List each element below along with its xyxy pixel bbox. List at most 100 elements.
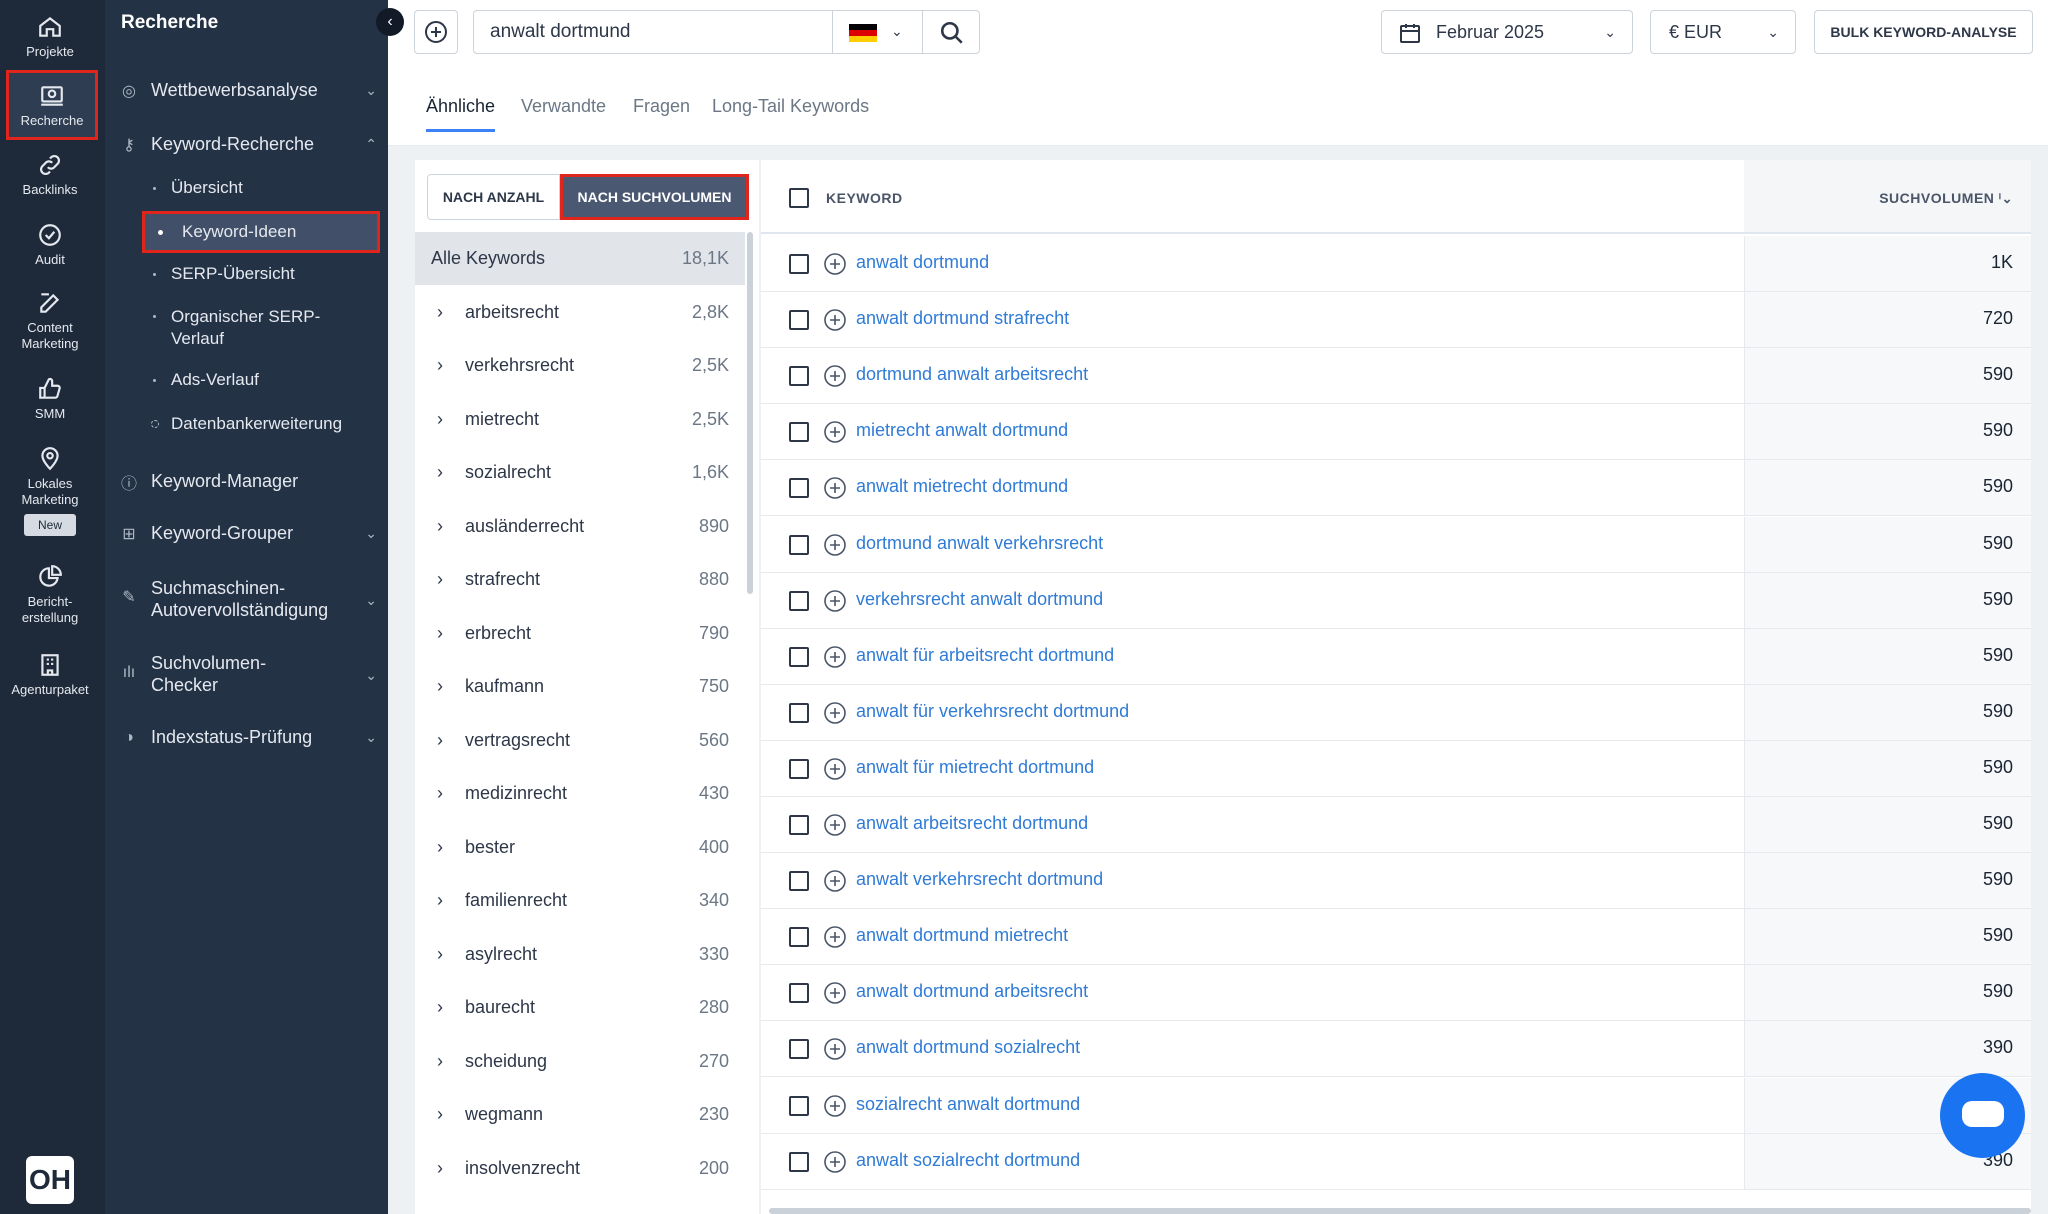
keyword-column-header[interactable]: KEYWORD <box>826 190 903 206</box>
add-keyword-icon[interactable] <box>823 645 847 669</box>
add-keyword-icon[interactable] <box>823 1150 847 1174</box>
sidebar-item-wettbewerbsanalyse[interactable]: ◎ Wettbewerbsanalyse ⌄ <box>119 80 377 101</box>
group-row[interactable]: › mietrecht 2,5K <box>415 393 745 446</box>
rail-item-recherche[interactable]: Recherche <box>6 70 98 140</box>
sort-by-volume-button[interactable]: NACH SUCHVOLUMEN <box>560 174 749 220</box>
keyword-link[interactable]: verkehrsrecht anwalt dortmund <box>856 589 1103 610</box>
sidebar-item-keyword-recherche[interactable]: ⚷ Keyword-Recherche ⌃ <box>119 134 377 155</box>
group-scrollbar[interactable] <box>747 232 753 594</box>
keyword-search-input[interactable]: anwalt dortmund <box>473 10 833 54</box>
rail-item-projekte[interactable]: Projekte <box>0 14 100 60</box>
row-checkbox[interactable] <box>789 310 809 331</box>
add-keyword-icon[interactable] <box>823 813 847 837</box>
keyword-link[interactable]: anwalt dortmund strafrecht <box>856 308 1069 329</box>
group-row[interactable]: › asylrecht 330 <box>415 928 745 981</box>
group-row[interactable]: › ausländerrecht 890 <box>415 500 745 553</box>
keyword-link[interactable]: anwalt dortmund sozialrecht <box>856 1037 1080 1058</box>
row-checkbox[interactable] <box>789 815 809 835</box>
row-checkbox[interactable] <box>789 646 809 667</box>
group-row[interactable]: › scheidung 270 <box>415 1035 745 1088</box>
date-select[interactable]: Februar 2025 ⌄ <box>1381 10 1633 54</box>
add-keyword-icon[interactable] <box>823 364 847 388</box>
tab-fragen[interactable]: Fragen <box>633 96 690 129</box>
group-row[interactable]: › insolvenzrecht 200 <box>415 1142 745 1195</box>
bulk-keyword-analysis-button[interactable]: BULK KEYWORD-ANALYSE <box>1814 10 2033 54</box>
rail-item-backlinks[interactable]: Backlinks <box>0 152 100 198</box>
rail-item-audit[interactable]: Audit <box>0 222 100 268</box>
add-keyword-icon[interactable] <box>823 869 847 893</box>
volume-column-header[interactable]: SUCHVOLUMEN ⁱ⌄ <box>1879 190 2013 207</box>
add-keyword-icon[interactable] <box>823 701 847 725</box>
search-button[interactable] <box>922 10 980 54</box>
group-row[interactable]: › strafrecht 880 <box>415 553 745 606</box>
add-keyword-icon[interactable] <box>823 476 847 500</box>
row-checkbox[interactable] <box>789 702 809 723</box>
add-keyword-icon[interactable] <box>823 308 847 332</box>
country-select[interactable]: ⌄ <box>832 10 923 54</box>
row-checkbox[interactable] <box>789 1039 809 1060</box>
add-keyword-icon[interactable] <box>823 589 847 613</box>
row-checkbox[interactable] <box>789 534 809 555</box>
keyword-link[interactable]: anwalt arbeitsrecht dortmund <box>856 813 1088 834</box>
rail-item-content-marketing[interactable]: Content Marketing <box>0 290 100 352</box>
subitem-organischer-serp-verlauf[interactable]: Organischer SERP-Verlauf <box>145 306 345 350</box>
keyword-link[interactable]: sozialrecht anwalt dortmund <box>856 1094 1080 1115</box>
row-checkbox[interactable] <box>789 758 809 779</box>
sidebar-item-keyword-grouper[interactable]: ⊞ Keyword-Grouper ⌄ <box>119 523 377 544</box>
add-keyword-icon[interactable] <box>823 1094 847 1118</box>
chat-button[interactable] <box>1940 1073 2025 1158</box>
group-row[interactable]: › bester 400 <box>415 821 745 874</box>
subitem-datenbankerweiterung[interactable]: Datenbankerweiterung <box>145 414 375 434</box>
sidebar-item-suchvolumen-checker[interactable]: ılı Suchvolumen-Checker ⌄ <box>119 652 377 696</box>
add-keyword-icon[interactable] <box>823 1037 847 1061</box>
keyword-link[interactable]: anwalt für arbeitsrecht dortmund <box>856 645 1114 666</box>
select-all-checkbox[interactable] <box>789 188 809 208</box>
subitem-serp-uebersicht[interactable]: SERP-Übersicht <box>145 264 375 284</box>
group-row[interactable]: › vertragsrecht 560 <box>415 714 745 767</box>
tab-aehnliche[interactable]: Ähnliche <box>426 96 496 132</box>
rail-item-agenturpaket[interactable]: Agenturpaket <box>0 652 100 698</box>
subitem-ads-verlauf[interactable]: Ads-Verlauf <box>145 370 375 390</box>
subitem-uebersicht[interactable]: Übersicht <box>145 178 375 198</box>
add-keyword-icon[interactable] <box>823 925 847 949</box>
sidebar-item-autovervollstaendigung[interactable]: ✎ Suchmaschinen-Autovervollständigung ⌄ <box>119 577 377 621</box>
row-checkbox[interactable] <box>789 590 809 611</box>
group-row[interactable]: › arbeitsrecht 2,8K <box>415 286 745 339</box>
keyword-link[interactable]: dortmund anwalt arbeitsrecht <box>856 364 1088 385</box>
keyword-link[interactable]: anwalt dortmund arbeitsrecht <box>856 981 1088 1002</box>
keyword-link[interactable]: anwalt mietrecht dortmund <box>856 476 1068 497</box>
tab-long-tail[interactable]: Long-Tail Keywords <box>712 96 869 129</box>
add-keyword-icon[interactable] <box>823 252 847 276</box>
group-row[interactable]: › verkehrsrecht 2,5K <box>415 339 745 392</box>
group-row[interactable]: › erbrecht 790 <box>415 607 745 660</box>
keyword-link[interactable]: anwalt sozialrecht dortmund <box>856 1150 1080 1171</box>
group-row-all[interactable]: Alle Keywords 18,1K <box>415 232 745 285</box>
keyword-link[interactable]: anwalt dortmund <box>856 252 989 273</box>
keyword-link[interactable]: anwalt verkehrsrecht dortmund <box>856 869 1103 890</box>
add-keyword-icon[interactable] <box>823 420 847 444</box>
group-row[interactable]: › baurecht 280 <box>415 981 745 1034</box>
keyword-link[interactable]: dortmund anwalt verkehrsrecht <box>856 533 1103 554</box>
add-keyword-icon[interactable] <box>823 757 847 781</box>
tab-verwandte[interactable]: Verwandte <box>521 96 606 129</box>
row-checkbox[interactable] <box>789 478 809 499</box>
group-row[interactable]: › familienrecht 340 <box>415 874 745 927</box>
row-checkbox[interactable] <box>789 254 809 274</box>
group-row[interactable]: › kaufmann 750 <box>415 660 745 713</box>
group-row[interactable]: › medizinrecht 430 <box>415 767 745 820</box>
rail-item-smm[interactable]: SMM <box>0 376 100 422</box>
add-keyword-icon[interactable] <box>823 981 847 1005</box>
row-checkbox[interactable] <box>789 422 809 443</box>
keyword-link[interactable]: anwalt dortmund mietrecht <box>856 925 1068 946</box>
table-scrollbar[interactable] <box>769 1208 2031 1214</box>
row-checkbox[interactable] <box>789 927 809 948</box>
group-row[interactable]: › sozialrecht 1,6K <box>415 446 745 499</box>
sidebar-item-keyword-manager[interactable]: ⓘ Keyword-Manager <box>119 470 377 494</box>
sidebar-item-indexstatus[interactable]: ◑ Indexstatus-Prüfung ⌄ <box>119 727 377 748</box>
keyword-link[interactable]: mietrecht anwalt dortmund <box>856 420 1068 441</box>
row-checkbox[interactable] <box>789 871 809 892</box>
keyword-link[interactable]: anwalt für mietrecht dortmund <box>856 757 1094 778</box>
rail-item-berichterstellung[interactable]: Bericht-erstellung <box>0 564 100 626</box>
user-avatar[interactable]: OH <box>26 1156 74 1204</box>
row-checkbox[interactable] <box>789 1151 809 1172</box>
